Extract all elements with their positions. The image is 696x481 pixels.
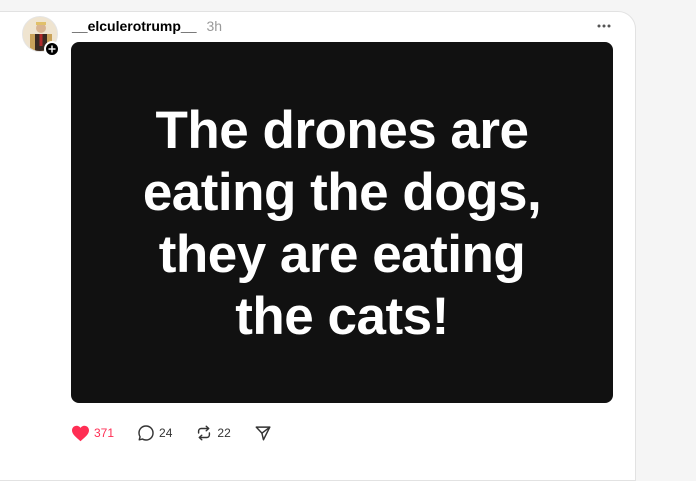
share-button[interactable] — [254, 422, 272, 444]
repost-button[interactable]: 22 — [195, 422, 231, 444]
plus-icon — [48, 45, 56, 53]
like-count: 371 — [94, 426, 115, 440]
repost-count: 22 — [217, 426, 231, 440]
reply-button[interactable]: 24 — [137, 422, 172, 444]
post-actions-bar: 371 24 22 — [71, 422, 272, 444]
ellipsis-icon — [597, 24, 611, 28]
timestamp[interactable]: 3h — [207, 18, 223, 34]
post-card: __elculerotrump__ 3h The drones are eati… — [0, 11, 636, 481]
username-link[interactable]: __elculerotrump__ — [72, 18, 197, 34]
heart-icon — [72, 425, 89, 441]
like-button[interactable]: 371 — [71, 422, 114, 444]
repost-icon — [198, 425, 211, 441]
more-options-button[interactable] — [594, 21, 614, 31]
follow-button[interactable] — [44, 41, 60, 57]
reply-count: 24 — [159, 426, 173, 440]
comment-icon — [138, 425, 154, 441]
post-header: __elculerotrump__ 3h — [72, 17, 222, 35]
media-caption-text: The drones are eating the dogs, they are… — [142, 100, 542, 346]
avatar-container[interactable] — [22, 16, 60, 57]
send-icon — [255, 426, 271, 441]
post-media-image[interactable]: The drones are eating the dogs, they are… — [71, 42, 613, 403]
